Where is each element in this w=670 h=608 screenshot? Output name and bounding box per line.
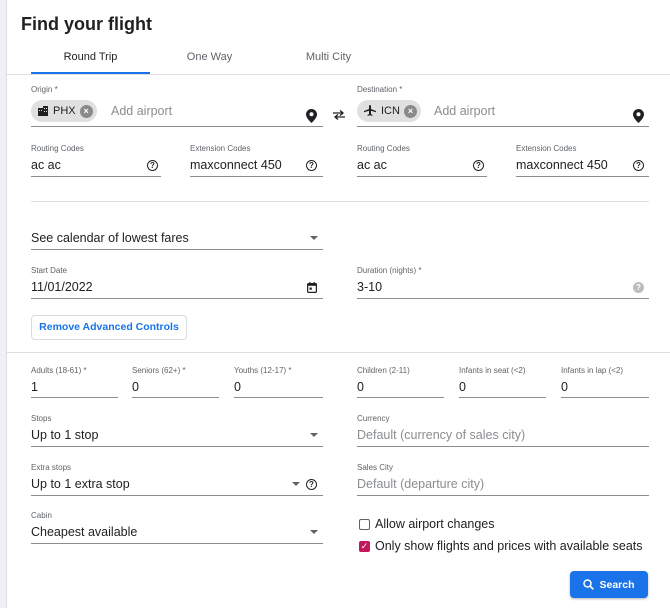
stops-label: Stops — [31, 414, 52, 423]
destination-chip[interactable]: ICN × — [357, 100, 421, 122]
sales-city-label: Sales City — [357, 463, 394, 472]
infants-seat-input[interactable]: 0 — [459, 380, 466, 394]
duration-label: Duration (nights) * — [357, 266, 422, 275]
search-button-label: Search — [599, 578, 635, 591]
help-icon[interactable]: ? — [306, 160, 317, 171]
origin-input[interactable]: Add airport — [111, 104, 172, 118]
origin-extension-underline — [190, 176, 323, 177]
origin-routing-underline — [31, 176, 161, 177]
currency-underline — [357, 446, 649, 447]
calendar-icon[interactable] — [307, 282, 317, 293]
duration-input[interactable]: 3-10 — [357, 280, 382, 294]
destination-underline — [357, 126, 649, 127]
search-button[interactable]: Search — [570, 571, 648, 598]
destination-routing-input[interactable]: ac ac — [357, 158, 387, 172]
adults-label: Adults (18-61) * — [31, 366, 87, 375]
youths-label: Youths (12-17) * — [234, 366, 292, 375]
page-title: Find your flight — [21, 14, 152, 34]
youths-input[interactable]: 0 — [234, 380, 241, 394]
destination-extension-input[interactable]: maxconnect 450 — [516, 158, 608, 172]
section-divider — [7, 352, 670, 353]
remove-advanced-controls-button[interactable]: Remove Advanced Controls — [31, 315, 187, 340]
infants-lap-underline — [561, 397, 649, 398]
origin-routing-input[interactable]: ac ac — [31, 158, 61, 172]
infants-lap-input[interactable]: 0 — [561, 380, 568, 394]
destination-extension-label: Extension Codes — [516, 144, 577, 153]
extra-stops-label: Extra stops — [31, 463, 72, 472]
origin-extension-label: Extension Codes — [190, 144, 251, 153]
calendar-select[interactable]: See calendar of lowest fares — [31, 231, 189, 245]
flight-search-card: Find your flight Round Trip One Way Mult… — [6, 0, 670, 608]
allow-airport-changes-checkbox[interactable] — [359, 519, 370, 530]
cabin-select[interactable]: Cheapest available — [31, 525, 137, 539]
adults-underline — [31, 397, 118, 398]
tab-round-trip[interactable]: Round Trip — [31, 51, 150, 63]
start-date-input[interactable]: 11/01/2022 — [31, 280, 93, 294]
infants-seat-label: Infants in seat (<2) — [459, 366, 526, 375]
destination-extension-underline — [516, 176, 649, 177]
help-icon[interactable]: ? — [147, 160, 158, 171]
children-input[interactable]: 0 — [357, 380, 364, 394]
children-label: Children (2-11) — [357, 366, 410, 375]
available-seats-checkbox[interactable]: ✓ — [359, 541, 370, 552]
cabin-underline — [31, 543, 323, 544]
adults-input[interactable]: 1 — [31, 380, 38, 394]
extra-stops-select[interactable]: Up to 1 extra stop — [31, 477, 130, 491]
location-pin-icon[interactable] — [306, 109, 317, 123]
chevron-down-icon[interactable] — [310, 530, 318, 534]
infants-lap-label: Infants in lap (<2) — [561, 366, 624, 375]
swap-icon[interactable] — [332, 110, 346, 120]
stops-select[interactable]: Up to 1 stop — [31, 428, 98, 442]
youths-underline — [234, 397, 323, 398]
available-seats-label[interactable]: Only show flights and prices with availa… — [375, 539, 643, 553]
help-icon[interactable]: ? — [633, 282, 644, 293]
seniors-input[interactable]: 0 — [132, 380, 139, 394]
cabin-label: Cabin — [31, 511, 52, 520]
origin-chip[interactable]: PHX × — [31, 100, 97, 122]
tabs-divider — [7, 74, 670, 75]
search-icon — [583, 579, 595, 590]
help-icon[interactable]: ? — [306, 479, 317, 490]
location-pin-icon[interactable] — [633, 109, 644, 123]
destination-routing-underline — [357, 176, 487, 177]
clear-icon[interactable]: × — [79, 104, 93, 118]
origin-label: Origin * — [31, 85, 58, 94]
chevron-down-icon[interactable] — [310, 236, 318, 240]
tab-multi-city[interactable]: Multi City — [269, 51, 388, 63]
origin-chip-label: PHX — [53, 105, 76, 117]
chevron-down-icon[interactable] — [310, 433, 318, 437]
currency-label: Currency — [357, 414, 390, 423]
origin-extension-input[interactable]: maxconnect 450 — [190, 158, 282, 172]
sales-city-underline — [357, 495, 649, 496]
stops-underline — [31, 446, 323, 447]
clear-icon[interactable]: × — [403, 104, 417, 118]
allow-airport-changes-label[interactable]: Allow airport changes — [375, 517, 495, 531]
help-icon[interactable]: ? — [633, 160, 644, 171]
destination-chip-label: ICN — [381, 105, 400, 117]
origin-underline — [31, 126, 323, 127]
seniors-label: Seniors (62+) * — [132, 366, 186, 375]
origin-routing-label: Routing Codes — [31, 144, 84, 153]
help-icon[interactable]: ? — [473, 160, 484, 171]
start-date-underline — [31, 298, 323, 299]
currency-input[interactable]: Default (currency of sales city) — [357, 428, 525, 442]
children-underline — [357, 397, 444, 398]
start-date-label: Start Date — [31, 266, 68, 275]
tab-one-way[interactable]: One Way — [150, 51, 269, 63]
destination-label: Destination * — [357, 85, 403, 94]
destination-input[interactable]: Add airport — [434, 104, 495, 118]
sales-city-input[interactable]: Default (departure city) — [357, 477, 484, 491]
infants-seat-underline — [459, 397, 546, 398]
section-divider — [31, 201, 649, 202]
extra-stops-underline — [31, 495, 323, 496]
plane-icon — [364, 105, 376, 116]
seniors-underline — [132, 397, 219, 398]
duration-underline — [357, 298, 649, 299]
building-icon — [38, 106, 48, 116]
calendar-underline — [31, 249, 323, 250]
destination-routing-label: Routing Codes — [357, 144, 410, 153]
chevron-down-icon[interactable] — [292, 482, 300, 486]
